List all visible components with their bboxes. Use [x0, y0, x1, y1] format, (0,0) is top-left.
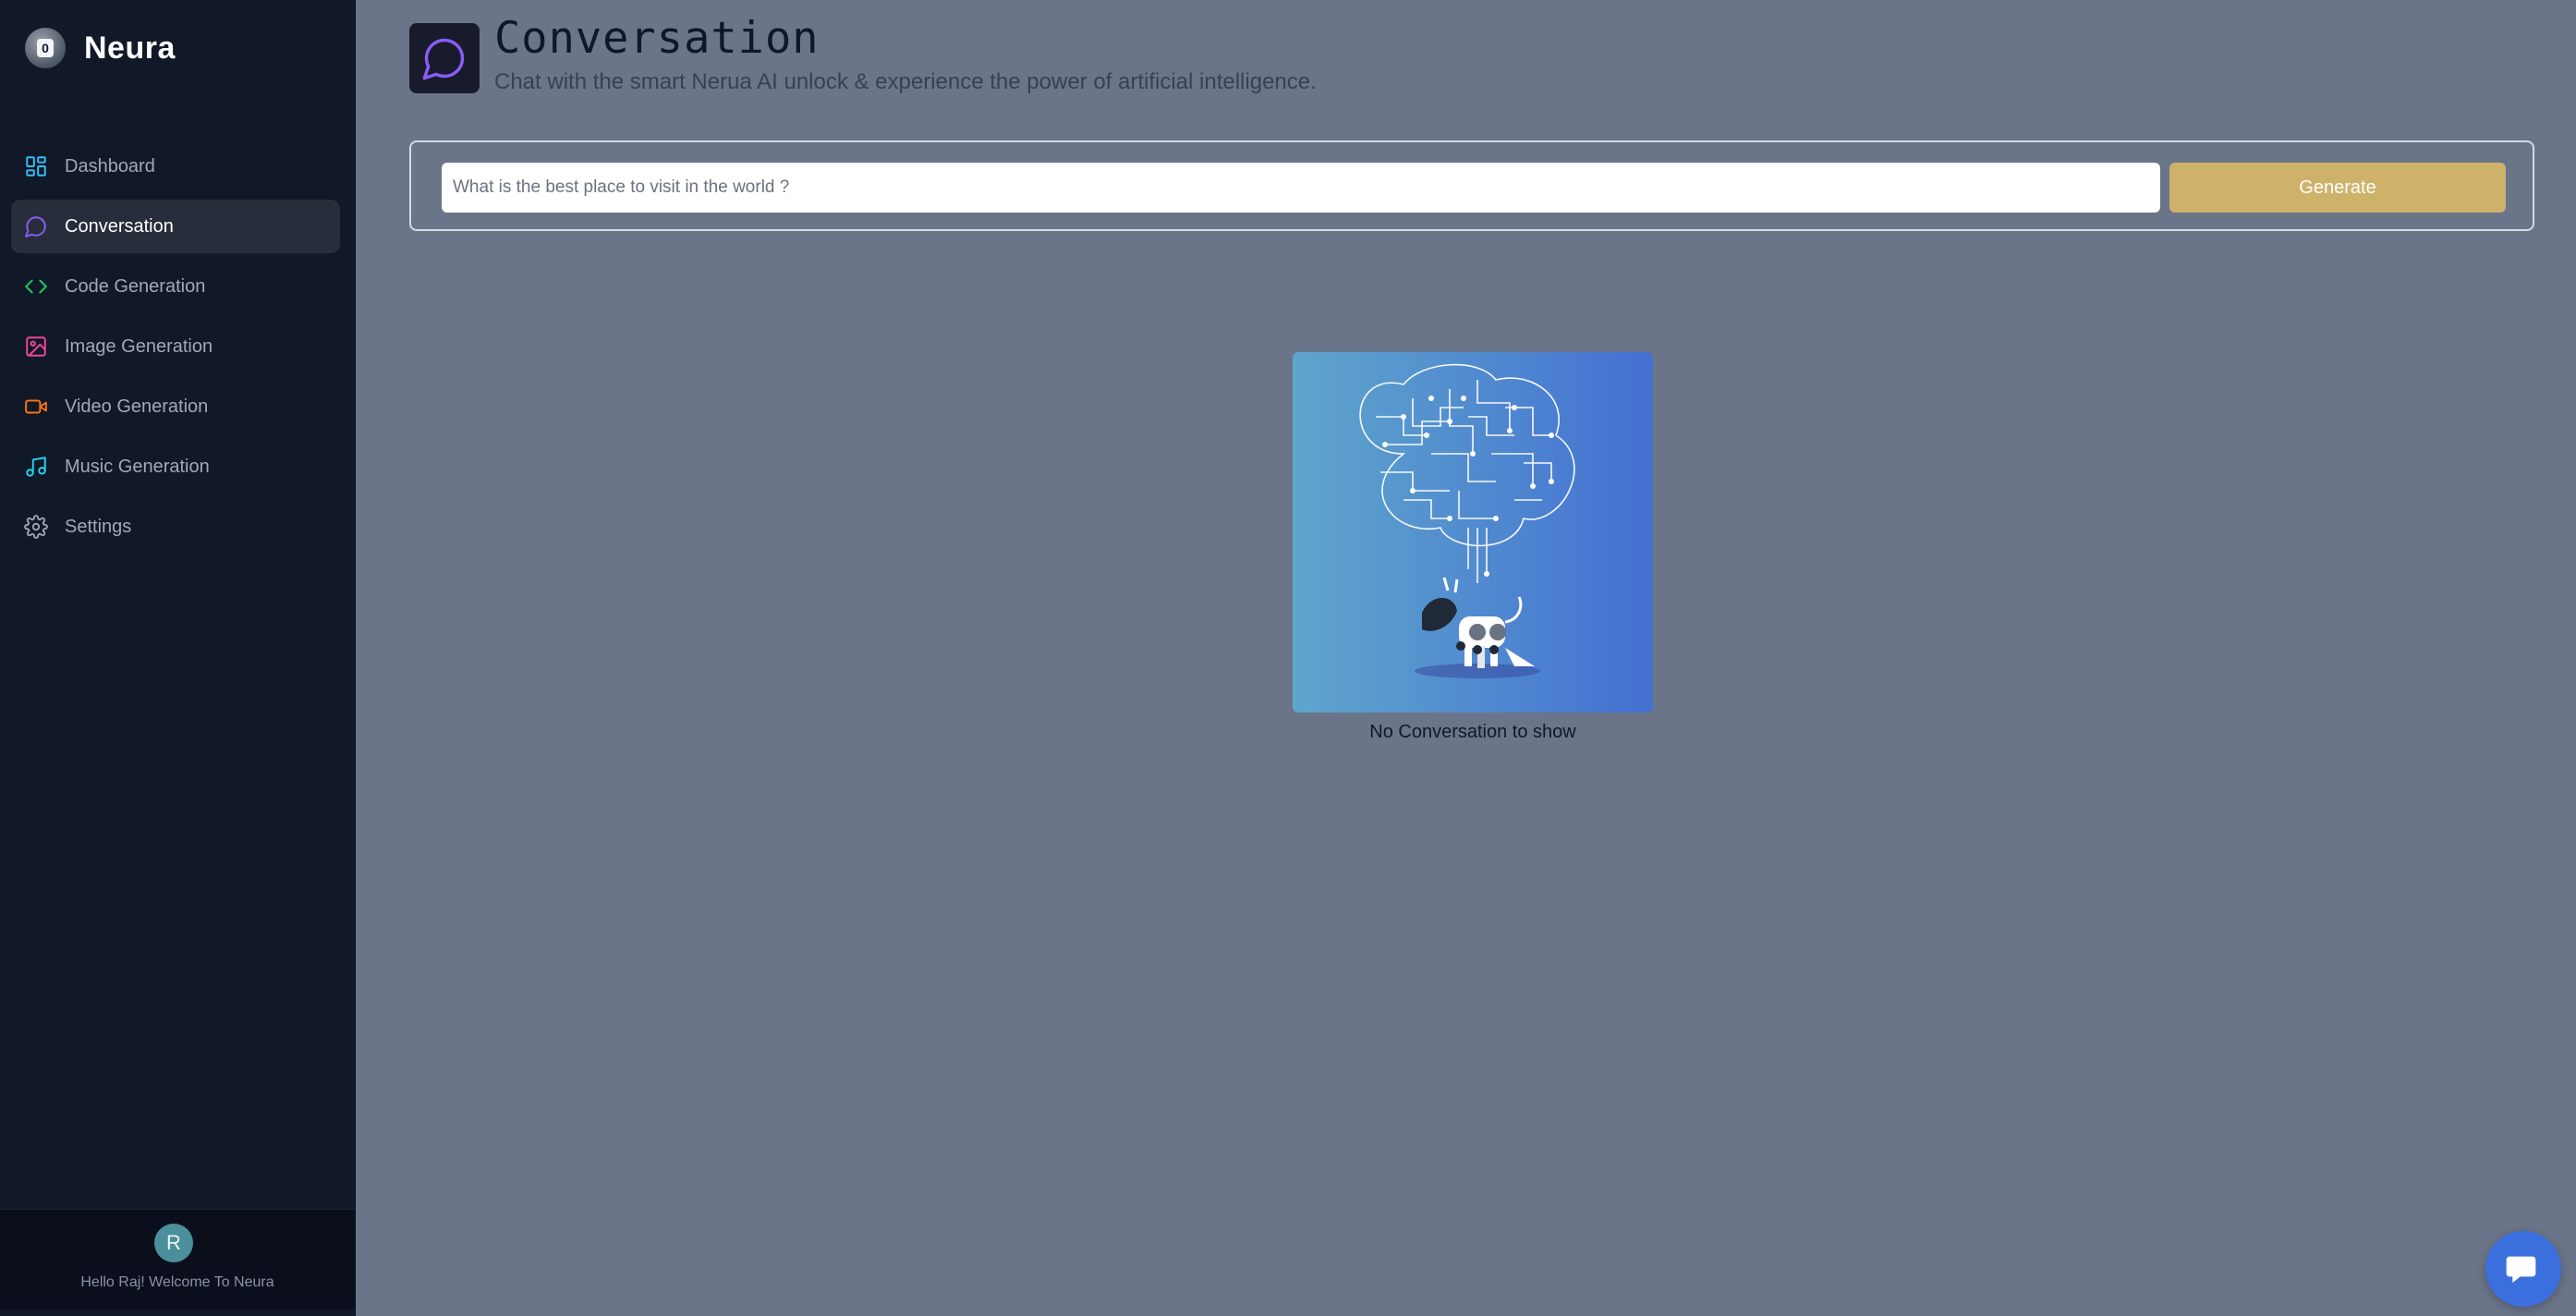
sidebar-item-label: Music Generation — [65, 456, 210, 477]
music-icon — [26, 457, 46, 477]
sidebar-item-label: Video Generation — [65, 396, 209, 417]
brand-logo: 0 — [25, 28, 66, 68]
sidebar-item-label: Conversation — [65, 215, 174, 237]
empty-state-illustration — [1293, 352, 1653, 713]
brand-name: Neura — [84, 30, 176, 66]
sidebar-item-video-generation[interactable]: Video Generation — [11, 380, 340, 433]
sidebar-item-label: Settings — [65, 516, 132, 537]
sidebar-item-code-generation[interactable]: Code Generation — [11, 260, 340, 313]
sidebar-item-image-generation[interactable]: Image Generation — [11, 320, 340, 373]
empty-state-text: No Conversation to show — [1369, 722, 1576, 742]
dashboard-icon — [26, 156, 46, 177]
sidebar-item-label: Dashboard — [65, 155, 155, 177]
page-subtitle: Chat with the smart Nerua AI unlock & ex… — [494, 69, 1317, 94]
sidebar-nav: Dashboard Conversation Code Generation I… — [11, 140, 340, 560]
chat-widget-button[interactable] — [2485, 1231, 2561, 1307]
code-icon — [25, 279, 47, 294]
sidebar: 0 Neura Dashboard Conversation Code Gene… — [0, 0, 356, 1316]
avatar[interactable]: R — [154, 1224, 193, 1262]
image-icon — [26, 336, 46, 357]
sidebar-item-dashboard[interactable]: Dashboard — [11, 140, 340, 193]
sidebar-item-label: Code Generation — [65, 275, 206, 297]
brand[interactable]: 0 Neura — [25, 28, 176, 68]
page-header-icon — [409, 23, 480, 93]
sidebar-user-footer: R Hello Raj! Welcome To Neura — [0, 1209, 355, 1310]
page-title: Conversation — [494, 13, 820, 64]
sidebar-item-settings[interactable]: Settings — [11, 500, 340, 554]
video-icon — [25, 399, 47, 414]
prompt-input[interactable] — [442, 163, 2160, 213]
sidebar-item-label: Image Generation — [65, 335, 213, 357]
message-circle-icon — [422, 38, 465, 80]
generate-button[interactable]: Generate — [2169, 163, 2506, 213]
sidebar-item-music-generation[interactable]: Music Generation — [11, 440, 340, 494]
welcome-text: Hello Raj! Welcome To Neura — [80, 1274, 274, 1290]
message-circle-icon — [25, 216, 46, 238]
prompt-form: Generate — [409, 140, 2534, 231]
chat-bubble-icon — [2506, 1256, 2536, 1283]
sidebar-item-conversation[interactable]: Conversation — [11, 200, 340, 253]
brand-logo-letter: 0 — [37, 39, 54, 57]
settings-gear-icon — [24, 515, 48, 539]
